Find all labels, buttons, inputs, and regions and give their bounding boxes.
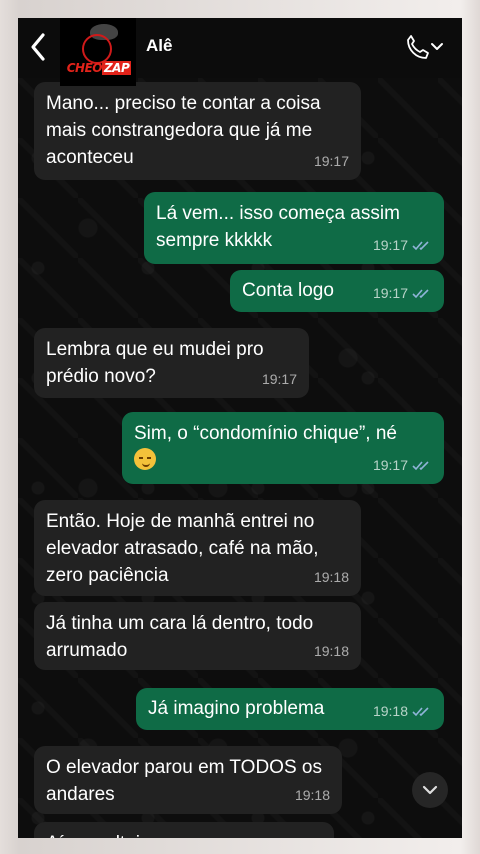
message-bubble-incoming[interactable]: Lembra que eu mudei pro prédio novo? 19:… (34, 328, 309, 398)
message-text: Sim, o “condomínio chique”, né (134, 423, 397, 444)
read-ticks-icon (412, 461, 429, 471)
phone-screen: Alê CHEO ZAP Mano... preciso te contar a … (18, 18, 462, 838)
message-time: 19:17 (372, 237, 408, 253)
message-bubble-outgoing[interactable]: Sim, o “condomínio chique”, né 19:17 (122, 412, 444, 484)
message-bubble-outgoing[interactable]: Conta logo 19:17 (230, 270, 444, 312)
message-time: 19:17 (372, 457, 408, 473)
message-time: 19:17 (313, 153, 349, 169)
message-time: 19:17 (261, 371, 297, 387)
message-time: 19:17 (372, 285, 408, 301)
message-text: Já tinha um cara lá dentro, todo arrumad… (46, 613, 314, 661)
message-time: 19:18 (313, 569, 349, 585)
back-icon[interactable] (26, 30, 56, 64)
message-bubble-incoming[interactable]: Então. Hoje de manhã entrei no elevador … (34, 500, 361, 596)
contact-name[interactable]: Alê (146, 36, 172, 56)
message-text: Então. Hoje de manhã entrei no elevador … (46, 511, 319, 586)
read-ticks-icon (412, 707, 429, 717)
message-bubble-incoming[interactable]: Já tinha um cara lá dentro, todo arrumad… (34, 602, 361, 670)
message-text: Mano... preciso te contar a coisa mais c… (46, 93, 321, 168)
message-bubble-outgoing[interactable]: Já imagino problema 19:18 (136, 688, 444, 730)
channel-logo: CHEO ZAP (60, 18, 136, 86)
message-bubble-outgoing[interactable]: Lá vem... isso começa assim sempre kkkkk… (144, 192, 444, 264)
call-icon[interactable] (402, 34, 446, 60)
message-bubble-incoming[interactable]: Mano... preciso te contar a coisa mais c… (34, 82, 361, 180)
message-text: O elevador parou em TODOS os andares (46, 757, 322, 805)
message-text: Lembra que eu mudei pro prédio novo? (46, 339, 264, 387)
chevron-down-icon (422, 785, 438, 795)
message-time: 19:18 (294, 787, 330, 803)
read-ticks-icon (412, 241, 429, 251)
message-bubble-incoming[interactable]: Aí eu soltei, sem pensar: (34, 822, 334, 838)
smirking-face-icon (134, 447, 156, 470)
message-time: 19:18 (372, 703, 408, 719)
logo-text: CHEO ZAP (66, 61, 132, 75)
read-ticks-icon (412, 289, 429, 299)
message-time: 19:18 (313, 643, 349, 659)
message-text: Aí eu soltei, sem pensar: (46, 830, 322, 838)
message-bubble-incoming[interactable]: O elevador parou em TODOS os andares 19:… (34, 746, 342, 814)
scroll-to-bottom-button[interactable] (412, 772, 448, 808)
